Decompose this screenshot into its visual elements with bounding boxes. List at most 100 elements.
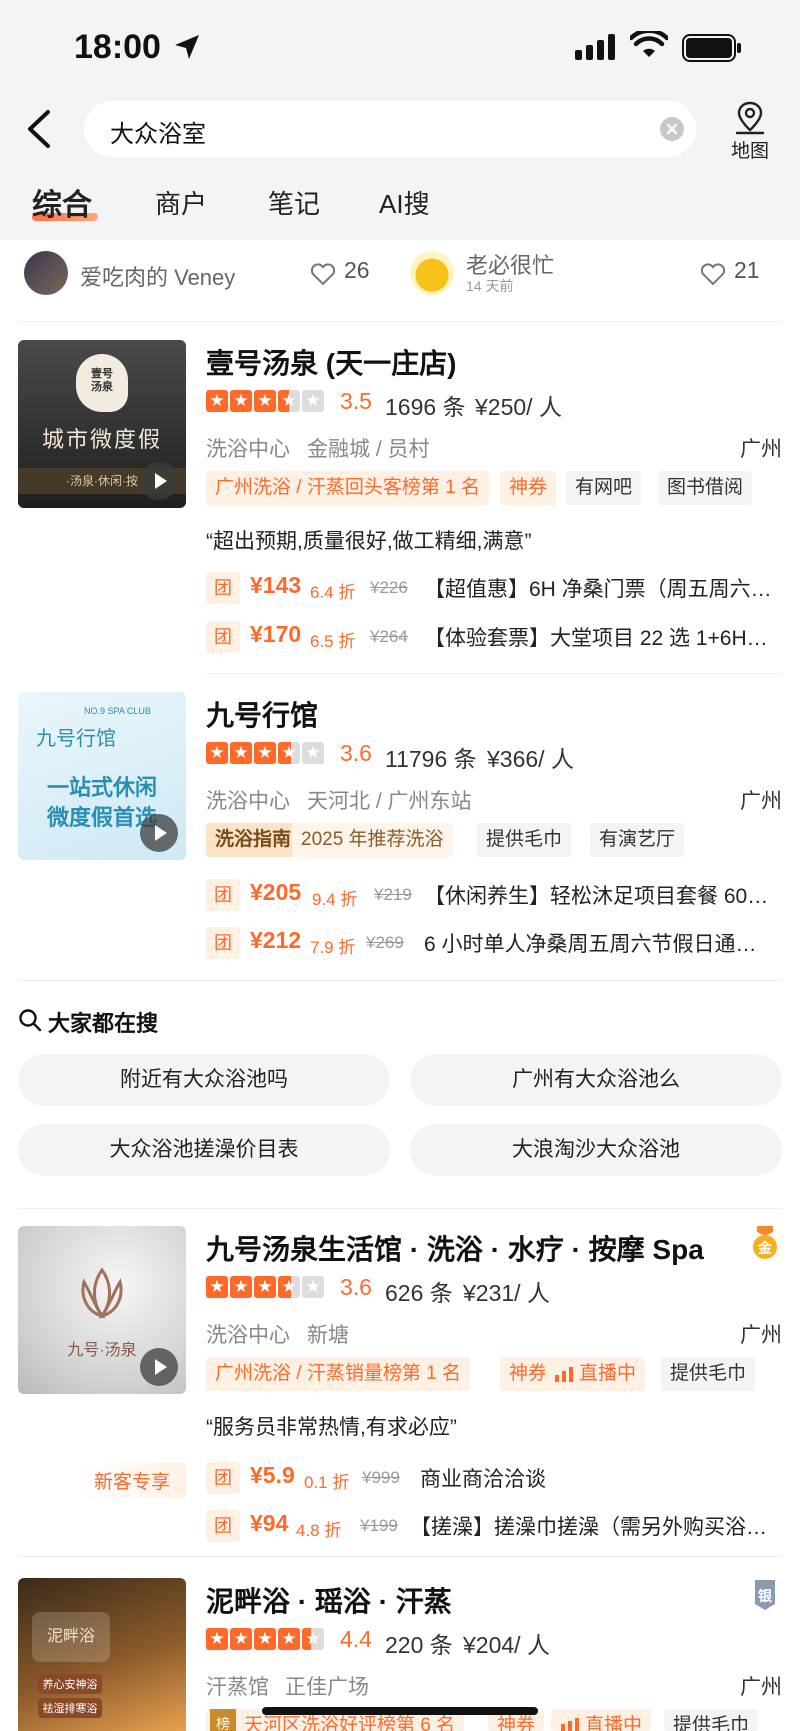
listing-thumbnail[interactable]: 九号·汤泉: [18, 1226, 186, 1394]
thumbnail-logo: 九号行馆: [36, 728, 116, 750]
listing-title[interactable]: 泥畔浴 · 瑶浴 · 汗蒸: [206, 1580, 452, 1620]
review-count: 220 条: [385, 1632, 453, 1658]
listing-title[interactable]: 壹号汤泉 (天一庄店): [206, 342, 456, 382]
area: 正佳广场: [285, 1676, 369, 1699]
review-count: 626 条: [385, 1280, 453, 1306]
search-icon: [19, 1009, 42, 1032]
new-customer-badge: 新客专享: [78, 1463, 187, 1498]
group-deal-badge: 团: [206, 927, 240, 959]
deal-title: 商业商洽洽谈: [420, 1468, 546, 1491]
feature-tag: 提供毛巾: [477, 823, 572, 857]
deal-discount: 7.9 折: [310, 938, 356, 957]
heart-icon[interactable]: [700, 262, 726, 286]
review-count: 11796 条: [385, 746, 477, 772]
listing-thumbnail[interactable]: 壹号汤泉 城市微度假 ·汤泉·休闲·按: [18, 340, 186, 508]
deal-title: 【搓澡】搓澡巾搓澡（需另外购买浴…: [410, 1516, 767, 1539]
hot-search-chip[interactable]: 广州有大众浴池么: [410, 1054, 782, 1106]
deal-price: ¥170: [250, 621, 302, 647]
back-button[interactable]: [20, 104, 60, 154]
guide-text[interactable]: 2025 年推荐洗浴: [292, 823, 453, 857]
search-input[interactable]: 大众浴室: [84, 101, 696, 157]
divider: [206, 673, 782, 674]
avg-price: ¥231/ 人: [463, 1280, 550, 1306]
location-arrow-icon: [175, 35, 199, 59]
review-quote: “超出预期,质量很好,做工精细,满意”: [206, 530, 532, 553]
status-time: 18:00: [74, 28, 161, 66]
live-tag[interactable]: 直播中: [545, 1357, 646, 1391]
gold-medal-icon: 金: [752, 1226, 778, 1260]
live-bars-icon: [561, 1718, 579, 1731]
search-query-text: 大众浴室: [110, 121, 206, 148]
thumbnail-line1: 一站式休闲: [46, 775, 157, 800]
status-bar: 18:00: [0, 0, 800, 95]
listing-card[interactable]: NO.9 SPA CLUB 九号行馆 一站式休闲 微度假首选 九号行馆 ★ ★ …: [0, 692, 800, 992]
avg-price: ¥250/ 人: [475, 394, 562, 420]
note-time: 14 天前: [466, 278, 514, 294]
tab-ai-search[interactable]: AI搜: [379, 184, 430, 221]
thumbnail-line2: 祛湿排寒浴: [38, 1698, 102, 1718]
play-icon[interactable]: [140, 1348, 178, 1386]
rank-tag[interactable]: 广州洗浴 / 汗蒸回头客榜第 1 名: [206, 471, 489, 505]
feature-tag: 图书借阅: [658, 471, 753, 505]
group-deal-badge: 团: [206, 621, 240, 653]
listing-title[interactable]: 九号汤泉生活馆 · 洗浴 · 水疗 · 按摩 Spa: [206, 1228, 704, 1268]
listing-card[interactable]: 壹号汤泉 城市微度假 ·汤泉·休闲·按 壹号汤泉 (天一庄店) ★ ★ ★ ★ …: [0, 340, 800, 670]
tab-comprehensive[interactable]: 综合: [32, 180, 92, 224]
map-button[interactable]: 地图: [720, 98, 780, 162]
divider: [18, 1208, 782, 1209]
deal-row[interactable]: 团 ¥5.9 0.1 折 ¥999 商业商洽洽谈: [206, 1460, 786, 1496]
city: 广州: [740, 1324, 782, 1347]
listing-thumbnail[interactable]: 泥畔浴 养心安神浴 祛湿排寒浴: [18, 1578, 186, 1731]
coupon-tag[interactable]: 神券: [500, 471, 557, 505]
heart-icon[interactable]: [310, 262, 336, 286]
deal-row[interactable]: 团 ¥143 6.4 折 ¥226 【超值惠】6H 净桑门票（周五周六…: [206, 570, 786, 606]
deal-row[interactable]: 团 ¥212 7.9 折 ¥269 6 小时单人净桑周五周六节假日通…: [206, 925, 786, 961]
rating-score: 3.6: [340, 1274, 372, 1300]
city: 广州: [740, 438, 782, 461]
deal-row[interactable]: 团 ¥205 9.4 折 ¥219 【休闲养生】轻松沐足项目套餐 60…: [206, 877, 786, 913]
medal-label: 银: [758, 1588, 772, 1604]
tab-merchants[interactable]: 商户: [155, 184, 207, 221]
category: 洗浴中心: [206, 438, 290, 461]
divider: [18, 980, 782, 981]
notes-row: 爱吃肉的 Veney 26 老必很忙 14 天前 21: [0, 240, 800, 300]
battery-icon: [682, 34, 741, 62]
deal-price: ¥143: [250, 572, 302, 598]
hot-search-chip[interactable]: 附近有大众浴池吗: [18, 1054, 390, 1106]
hot-search-chip[interactable]: 大众浴池搓澡价目表: [18, 1124, 390, 1176]
avatar[interactable]: [410, 251, 454, 295]
listing-title[interactable]: 九号行馆: [206, 694, 318, 734]
play-icon[interactable]: [140, 462, 178, 500]
feature-tag: 有网吧: [566, 471, 642, 505]
note-likes: 26: [344, 257, 370, 283]
deal-original-price: ¥264: [370, 627, 408, 646]
guide-badge[interactable]: 洗浴指南: [206, 823, 301, 857]
cellular-signal-icon: [575, 34, 615, 60]
listing-card[interactable]: 九号·汤泉 九号汤泉生活馆 · 洗浴 · 水疗 · 按摩 Spa 金 ★ ★ ★…: [0, 1226, 800, 1546]
thumbnail-text: 城市微度假: [41, 428, 162, 453]
deal-row[interactable]: 团 ¥94 4.8 折 ¥199 【搓澡】搓澡巾搓澡（需另外购买浴…: [206, 1508, 786, 1544]
silver-medal-icon: 银: [752, 1578, 778, 1612]
clear-search-button[interactable]: [660, 117, 684, 141]
hot-search-chip[interactable]: 大浪淘沙大众浴池: [410, 1124, 782, 1176]
hot-search-title: 大家都在搜: [48, 1011, 159, 1036]
city: 广州: [740, 790, 782, 813]
listing-thumbnail[interactable]: NO.9 SPA CLUB 九号行馆 一站式休闲 微度假首选: [18, 692, 186, 860]
deal-row[interactable]: 团 ¥170 6.5 折 ¥264 【体验套票】大堂项目 22 选 1+6H…: [206, 619, 786, 655]
deal-original-price: ¥199: [360, 1516, 398, 1535]
deal-discount: 6.5 折: [310, 632, 356, 651]
feature-tag: 有演艺厅: [590, 823, 685, 857]
live-tag[interactable]: 直播中: [551, 1709, 652, 1731]
feature-tag: 提供毛巾: [661, 1357, 756, 1391]
divider: [18, 1556, 782, 1557]
tab-notes[interactable]: 笔记: [268, 184, 320, 221]
city: 广州: [740, 1676, 782, 1699]
rank-tag[interactable]: 广州洗浴 / 汗蒸销量榜第 1 名: [206, 1357, 470, 1391]
note-author[interactable]: 爱吃肉的 Veney: [80, 260, 235, 292]
feature-tag: 提供毛巾: [664, 1709, 759, 1731]
deal-price: ¥94: [250, 1510, 289, 1536]
play-icon[interactable]: [140, 814, 178, 852]
avatar[interactable]: [24, 251, 68, 295]
tab-bar: 综合 商户 笔记 AI搜: [0, 180, 800, 230]
area: 新塘: [307, 1324, 349, 1347]
